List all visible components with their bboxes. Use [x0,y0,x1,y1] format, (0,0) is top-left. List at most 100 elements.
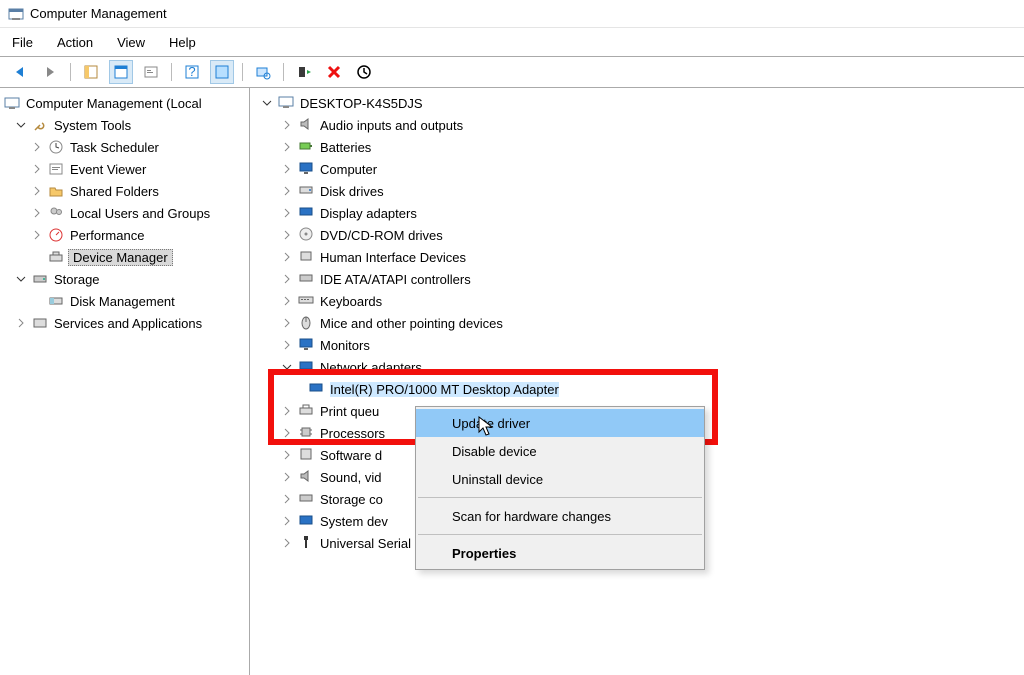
menu-file[interactable]: File [12,35,33,50]
device-cat-disk[interactable]: Disk drives [252,180,1022,202]
ctx-properties[interactable]: Properties [416,539,704,567]
menu-help[interactable]: Help [169,35,196,50]
chevron-right-icon[interactable] [280,514,294,528]
action-button[interactable] [210,60,234,84]
device-cat-hid[interactable]: Human Interface Devices [252,246,1022,268]
tree-label: Task Scheduler [68,140,161,155]
chevron-right-icon[interactable] [30,184,44,198]
chevron-down-icon[interactable] [280,360,294,374]
folder-shared-icon [48,183,64,199]
update-driver-button[interactable] [352,60,376,84]
show-hide-tree-button[interactable] [79,60,103,84]
tools-icon [32,117,48,133]
chevron-right-icon[interactable] [280,140,294,154]
toolbar-separator [242,63,243,81]
chevron-right-icon[interactable] [30,228,44,242]
tree-pane[interactable]: Computer Management (Local System Tools … [0,88,250,675]
storage-icon [32,271,48,287]
disable-device-button[interactable] [322,60,346,84]
ctx-label: Properties [452,546,516,561]
tree-task-scheduler[interactable]: Task Scheduler [2,136,247,158]
chevron-right-icon[interactable] [280,272,294,286]
toolbar: ? [0,56,1024,88]
menubar: File Action View Help [0,28,1024,56]
tree-root[interactable]: Computer Management (Local [2,92,247,114]
menu-action[interactable]: Action [57,35,93,50]
tree-services[interactable]: Services and Applications [2,312,247,334]
device-pane[interactable]: DESKTOP-K4S5DJS Audio inputs and outputs… [250,88,1024,675]
cpu-icon [298,424,316,442]
chevron-right-icon[interactable] [280,492,294,506]
chevron-right-icon[interactable] [280,448,294,462]
device-cat-computer[interactable]: Computer [252,158,1022,180]
device-cat-ide[interactable]: IDE ATA/ATAPI controllers [252,268,1022,290]
device-cat-dvd[interactable]: DVD/CD-ROM drives [252,224,1022,246]
ctx-disable-device[interactable]: Disable device [416,437,704,465]
chevron-right-icon[interactable] [280,404,294,418]
tree-device-manager[interactable]: Device Manager [2,246,247,268]
chevron-down-icon[interactable] [14,272,28,286]
device-cat-monitors[interactable]: Monitors [252,334,1022,356]
properties-button[interactable] [139,60,163,84]
tree-label: Event Viewer [68,162,148,177]
ctx-uninstall-device[interactable]: Uninstall device [416,465,704,493]
nav-forward-button[interactable] [38,60,62,84]
chevron-right-icon[interactable] [30,162,44,176]
chevron-right-icon[interactable] [30,140,44,154]
nav-back-button[interactable] [8,60,32,84]
chevron-right-icon[interactable] [280,118,294,132]
device-cat-keyboards[interactable]: Keyboards [252,290,1022,312]
view-toggle-button[interactable] [109,60,133,84]
chevron-right-icon[interactable] [280,206,294,220]
device-cat-display[interactable]: Display adapters [252,202,1022,224]
ctx-label: Scan for hardware changes [452,509,611,524]
toolbar-separator [70,63,71,81]
chevron-right-icon[interactable] [30,206,44,220]
tree-performance[interactable]: Performance [2,224,247,246]
tree-local-users[interactable]: Local Users and Groups [2,202,247,224]
device-root[interactable]: DESKTOP-K4S5DJS [252,92,1022,114]
ctx-update-driver[interactable]: Update driver [416,409,704,437]
chevron-right-icon[interactable] [280,250,294,264]
device-cat-mice[interactable]: Mice and other pointing devices [252,312,1022,334]
chevron-down-icon[interactable] [14,118,28,132]
chevron-down-icon[interactable] [260,96,274,110]
ctx-separator [418,534,702,535]
tree-shared-folders[interactable]: Shared Folders [2,180,247,202]
device-label: System dev [320,514,388,529]
software-device-icon [298,446,316,464]
chevron-right-icon[interactable] [280,536,294,550]
menu-view[interactable]: View [117,35,145,50]
tree-storage[interactable]: Storage [2,268,247,290]
chevron-right-icon[interactable] [14,316,28,330]
tree-event-viewer[interactable]: Event Viewer [2,158,247,180]
printer-icon [298,402,316,420]
device-network-intel[interactable]: Intel(R) PRO/1000 MT Desktop Adapter [252,378,1022,400]
device-label: Intel(R) PRO/1000 MT Desktop Adapter [330,382,559,397]
tree-disk-management[interactable]: Disk Management [2,290,247,312]
chevron-right-icon[interactable] [280,316,294,330]
speaker-icon [298,116,316,134]
tree-label: Device Manager [68,249,173,266]
network-adapter-icon [298,358,316,376]
spacer-icon [30,294,44,308]
device-cat-audio[interactable]: Audio inputs and outputs [252,114,1022,136]
chevron-right-icon[interactable] [280,470,294,484]
device-label: Processors [320,426,385,441]
chevron-right-icon[interactable] [280,294,294,308]
chevron-right-icon[interactable] [280,338,294,352]
disk-mgmt-icon [48,293,64,309]
help-button[interactable]: ? [180,60,204,84]
device-cat-network-adapters[interactable]: Network adapters [252,356,1022,378]
scan-hardware-button[interactable] [251,60,275,84]
enable-device-button[interactable] [292,60,316,84]
device-manager-icon [48,249,64,265]
chevron-right-icon[interactable] [280,184,294,198]
chevron-right-icon[interactable] [280,228,294,242]
ctx-scan-hardware[interactable]: Scan for hardware changes [416,502,704,530]
tree-system-tools[interactable]: System Tools [2,114,247,136]
chevron-right-icon[interactable] [280,426,294,440]
device-cat-batteries[interactable]: Batteries [252,136,1022,158]
storage-controller-icon [298,490,316,508]
chevron-right-icon[interactable] [280,162,294,176]
